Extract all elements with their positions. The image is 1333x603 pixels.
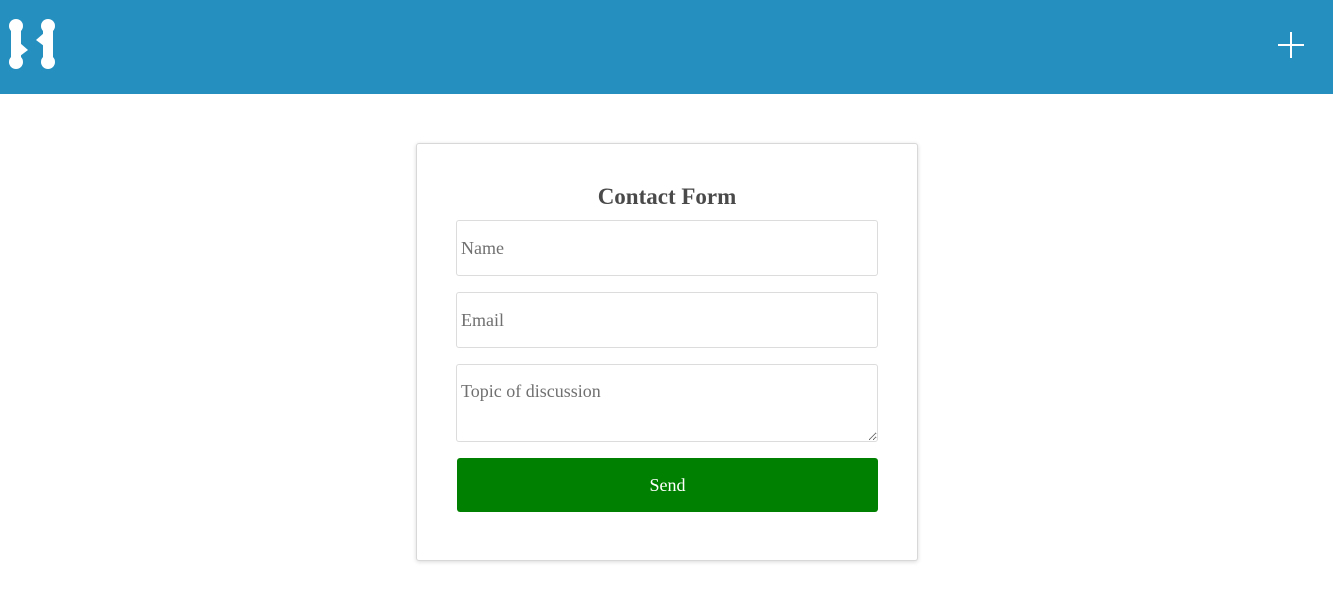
plus-icon[interactable] <box>1274 28 1308 62</box>
form-title: Contact Form <box>597 184 737 209</box>
name-input[interactable] <box>456 220 878 276</box>
contact-form-card: Contact Form Send <box>416 143 918 561</box>
topic-textarea[interactable] <box>456 364 878 442</box>
send-button[interactable]: Send <box>457 458 878 512</box>
logo-icon[interactable] <box>6 18 60 72</box>
top-header-bar <box>0 0 1333 94</box>
email-input[interactable] <box>456 292 878 348</box>
